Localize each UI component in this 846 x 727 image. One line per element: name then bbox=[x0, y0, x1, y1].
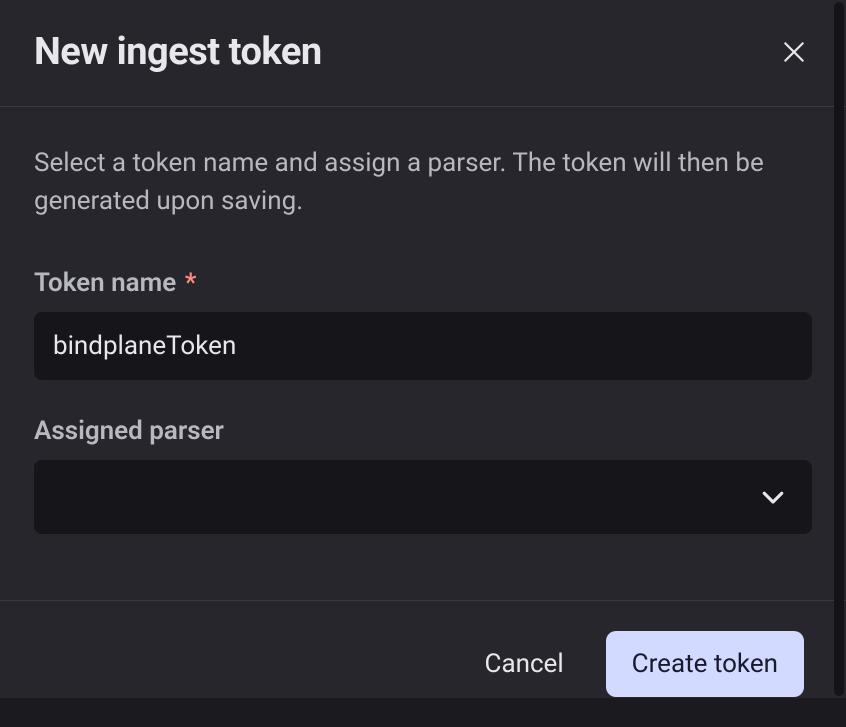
close-icon bbox=[781, 39, 807, 65]
dialog-title: New ingest token bbox=[34, 30, 322, 74]
required-asterisk: * bbox=[185, 268, 197, 298]
close-button[interactable] bbox=[776, 34, 812, 70]
dialog-footer: Cancel Create token bbox=[0, 600, 846, 727]
token-name-label: Token name * bbox=[34, 268, 812, 298]
cancel-button[interactable]: Cancel bbox=[473, 641, 576, 687]
assigned-parser-select-wrapper bbox=[34, 460, 812, 534]
token-name-input[interactable] bbox=[34, 312, 812, 380]
new-ingest-token-dialog: New ingest token Select a token name and… bbox=[0, 0, 846, 698]
dialog-description: Select a token name and assign a parser.… bbox=[34, 145, 812, 220]
dialog-body: Select a token name and assign a parser.… bbox=[0, 107, 846, 600]
assigned-parser-label: Assigned parser bbox=[34, 416, 812, 446]
token-name-label-text: Token name bbox=[34, 268, 176, 298]
create-token-button[interactable]: Create token bbox=[606, 631, 804, 697]
assigned-parser-select[interactable] bbox=[34, 460, 812, 534]
assigned-parser-field: Assigned parser bbox=[34, 416, 812, 534]
scrollbar-track[interactable] bbox=[834, 2, 844, 696]
dialog-header: New ingest token bbox=[0, 0, 846, 107]
token-name-field: Token name * bbox=[34, 268, 812, 380]
